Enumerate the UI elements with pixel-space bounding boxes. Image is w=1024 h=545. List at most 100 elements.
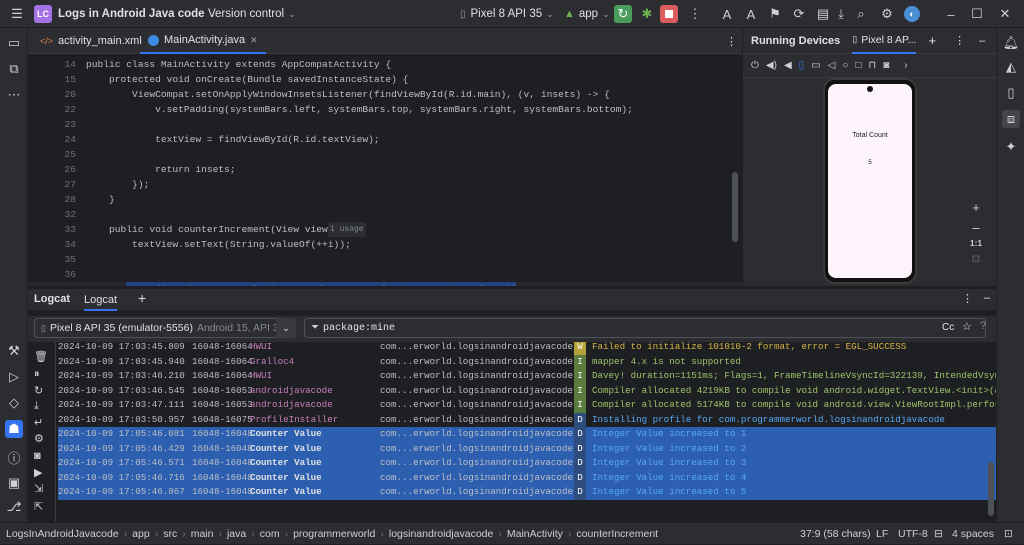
device-manager-icon[interactable]: ▯	[1002, 84, 1020, 102]
chevron-down-icon[interactable]: ⌄	[276, 318, 296, 338]
caret-position[interactable]: 37:9 (58 chars)	[800, 528, 871, 540]
logcat-row[interactable]: 2024-10-09 17:05:46.571 16048-16048 Counte…	[58, 456, 996, 471]
star-icon[interactable]: ☆	[962, 320, 972, 333]
rotate-right-icon[interactable]: ▭	[811, 60, 820, 71]
project-selector[interactable]: LC Logs in Android Java code ⌄	[34, 0, 216, 28]
soft-wrap-icon[interactable]: ↵	[34, 416, 43, 429]
run-config-selector[interactable]: ▲ app ⌄	[564, 0, 610, 28]
tab-main-activity-java[interactable]: MainActivity.java ✕	[140, 28, 266, 54]
usage-hint[interactable]: 1 usage	[328, 222, 366, 237]
file-encoding[interactable]: UTF-8	[898, 528, 928, 540]
screenshot-icon[interactable]: ◙	[883, 60, 889, 71]
device-selector[interactable]: ▯ Pixel 8 API 35 ⌄	[460, 0, 554, 28]
search-button[interactable]: ⌕	[852, 0, 870, 28]
minimize-panel-icon[interactable]: –	[984, 292, 990, 304]
settings-icon[interactable]: ⚙	[34, 432, 44, 445]
run-icon[interactable]: ▷	[5, 368, 23, 386]
running-devices-icon[interactable]: ⧈	[1002, 110, 1020, 128]
zoom-actual-size[interactable]: 1:1	[965, 238, 987, 248]
profile-button[interactable]: ⚑	[766, 0, 784, 28]
logcat-filter-input[interactable]: ⏷ package: mine	[304, 318, 986, 338]
minimize-panel-icon[interactable]: –	[979, 35, 985, 47]
home-icon[interactable]: ○	[842, 60, 848, 71]
logcat-icon[interactable]: ☗	[5, 420, 23, 438]
sdk-manager-button[interactable]: ⤓	[832, 0, 850, 28]
lock-icon[interactable]: ⊡	[1004, 528, 1013, 540]
tab-activity-main-xml[interactable]: </> activity_main.xml	[32, 28, 150, 54]
indent-setting[interactable]: 4 spaces	[952, 528, 994, 540]
more-actions-button[interactable]: ⋮	[686, 0, 704, 28]
gemini-sparkle-icon[interactable]: ✦	[1002, 138, 1020, 156]
breadcrumb-item[interactable]: programmerworld	[293, 528, 375, 540]
phone-screen[interactable]: Total Count 5	[828, 84, 912, 278]
stop-button[interactable]	[660, 0, 678, 28]
sync-button[interactable]: ⟳	[790, 0, 808, 28]
tab-overflow-menu[interactable]: ⋮	[718, 28, 745, 54]
power-icon[interactable]: ⏻	[751, 60, 759, 71]
notifications-icon[interactable]: 🔔︎	[1002, 34, 1020, 52]
fold-icon[interactable]: ⊓	[868, 60, 876, 71]
match-case-toggle[interactable]: Cc	[942, 322, 954, 333]
debug-button[interactable]: ✱	[638, 0, 656, 28]
logcat-row[interactable]: 2024-10-09 17:03:46.545 16048-16053 androi…	[58, 383, 996, 398]
breadcrumb-item[interactable]: LogsInAndroidJavacode	[6, 528, 119, 540]
gradle-icon[interactable]: ◭	[1002, 58, 1020, 76]
logcat-tab[interactable]: Logcat	[84, 289, 118, 311]
device-selector-dropdown[interactable]: ▯ Pixel 8 API 35 (emulator-5556) Android…	[34, 318, 296, 338]
account-button[interactable]: ◐	[904, 0, 920, 28]
export-icon[interactable]: ⇲	[34, 482, 43, 495]
back-icon[interactable]: ◁	[828, 60, 836, 71]
close-button[interactable]: ✕	[996, 0, 1014, 28]
breadcrumb-item[interactable]: logsinandroidjavacode	[389, 528, 494, 540]
logcat-row[interactable]: 2024-10-09 17:03:45.940 16048-16064 Grallo…	[58, 354, 996, 369]
app-quality-icon[interactable]: ◇	[5, 394, 23, 412]
code-editor[interactable]: 14 public class MainActivity extends AppC…	[28, 54, 742, 286]
build-hammer-icon[interactable]: ⚒	[5, 342, 23, 360]
logcat-row[interactable]: 2024-10-09 17:05:46.716 16048-16048 Counte…	[58, 470, 996, 485]
problems-icon[interactable]: ⓘ	[5, 448, 23, 466]
apply-code-changes-button[interactable]: A	[742, 0, 760, 28]
import-icon[interactable]: ⇱	[34, 500, 43, 513]
screenshot-icon[interactable]: ◙	[34, 450, 41, 462]
logcat-row[interactable]: 2024-10-09 17:05:46.429 16048-16048 Counte…	[58, 441, 996, 456]
main-menu-icon[interactable]: ☰	[8, 0, 26, 28]
rerun-button[interactable]: ↻	[614, 0, 632, 28]
more-tools-icon[interactable]: ⋯	[5, 86, 23, 104]
logcat-row[interactable]: 2024-10-09 17:03:46.210 16048-16064 HWUI co…	[58, 369, 996, 384]
project-folder-icon[interactable]: ▭	[5, 34, 23, 52]
clear-logcat-icon[interactable]: 🗑︎	[34, 350, 48, 363]
rotate-left-icon[interactable]: ▯	[799, 60, 805, 71]
version-control-menu[interactable]: Version control ⌄	[208, 0, 296, 28]
overview-icon[interactable]: □	[855, 60, 861, 71]
logcat-scrollbar[interactable]	[988, 462, 994, 516]
chevron-right-icon[interactable]: ›	[904, 60, 907, 71]
apply-changes-button[interactable]: A	[718, 0, 736, 28]
line-separator[interactable]: LF	[876, 528, 888, 540]
fit-screen-icon[interactable]: ⊡	[965, 254, 987, 265]
pause-icon[interactable]: ⏸	[34, 368, 40, 381]
help-icon[interactable]: ?	[980, 320, 986, 332]
settings-button[interactable]: ⚙	[878, 0, 896, 28]
breadcrumb-item[interactable]: com	[260, 528, 280, 540]
breadcrumb-item[interactable]: src	[163, 528, 177, 540]
editor-scrollbar[interactable]	[732, 172, 738, 242]
add-device-icon[interactable]: +	[928, 33, 936, 48]
resource-manager-icon[interactable]: ⧉	[5, 60, 23, 78]
logcat-row[interactable]: 2024-10-09 17:03:45.809 16048-16064 HWUI co…	[58, 342, 996, 355]
zoom-out-icon[interactable]: –	[965, 220, 987, 235]
logcat-row[interactable]: 2024-10-09 17:05:46.867 16048-16048 Counte…	[58, 485, 996, 500]
scroll-to-end-icon[interactable]: ⤓	[34, 400, 39, 413]
more-vertical-icon[interactable]: ⋮	[962, 292, 973, 305]
version-control-icon[interactable]: ⎇	[5, 498, 23, 516]
restart-icon[interactable]: ↻	[34, 384, 43, 397]
logcat-output[interactable]: 🗑︎ ⏸ ↻ ⤓ ↵ ⚙ ◙ ▶ ⇲ ⇱ 2024-10-09 17:03:45…	[28, 342, 996, 522]
screen-record-icon[interactable]: ▶	[34, 466, 42, 479]
logcat-row[interactable]: 2024-10-09 17:05:46.081 16048-16048 Counte…	[58, 427, 996, 442]
terminal-icon[interactable]: ▣	[5, 474, 23, 492]
close-tab-icon[interactable]: ✕	[250, 35, 258, 46]
zoom-in-icon[interactable]: +	[965, 200, 987, 215]
running-devices-tab[interactable]: ▯ Pixel 8 AP...	[852, 28, 917, 54]
minimize-button[interactable]: –	[942, 0, 960, 28]
breadcrumb-item[interactable]: main	[191, 528, 214, 540]
breadcrumb-item[interactable]: java	[227, 528, 246, 540]
